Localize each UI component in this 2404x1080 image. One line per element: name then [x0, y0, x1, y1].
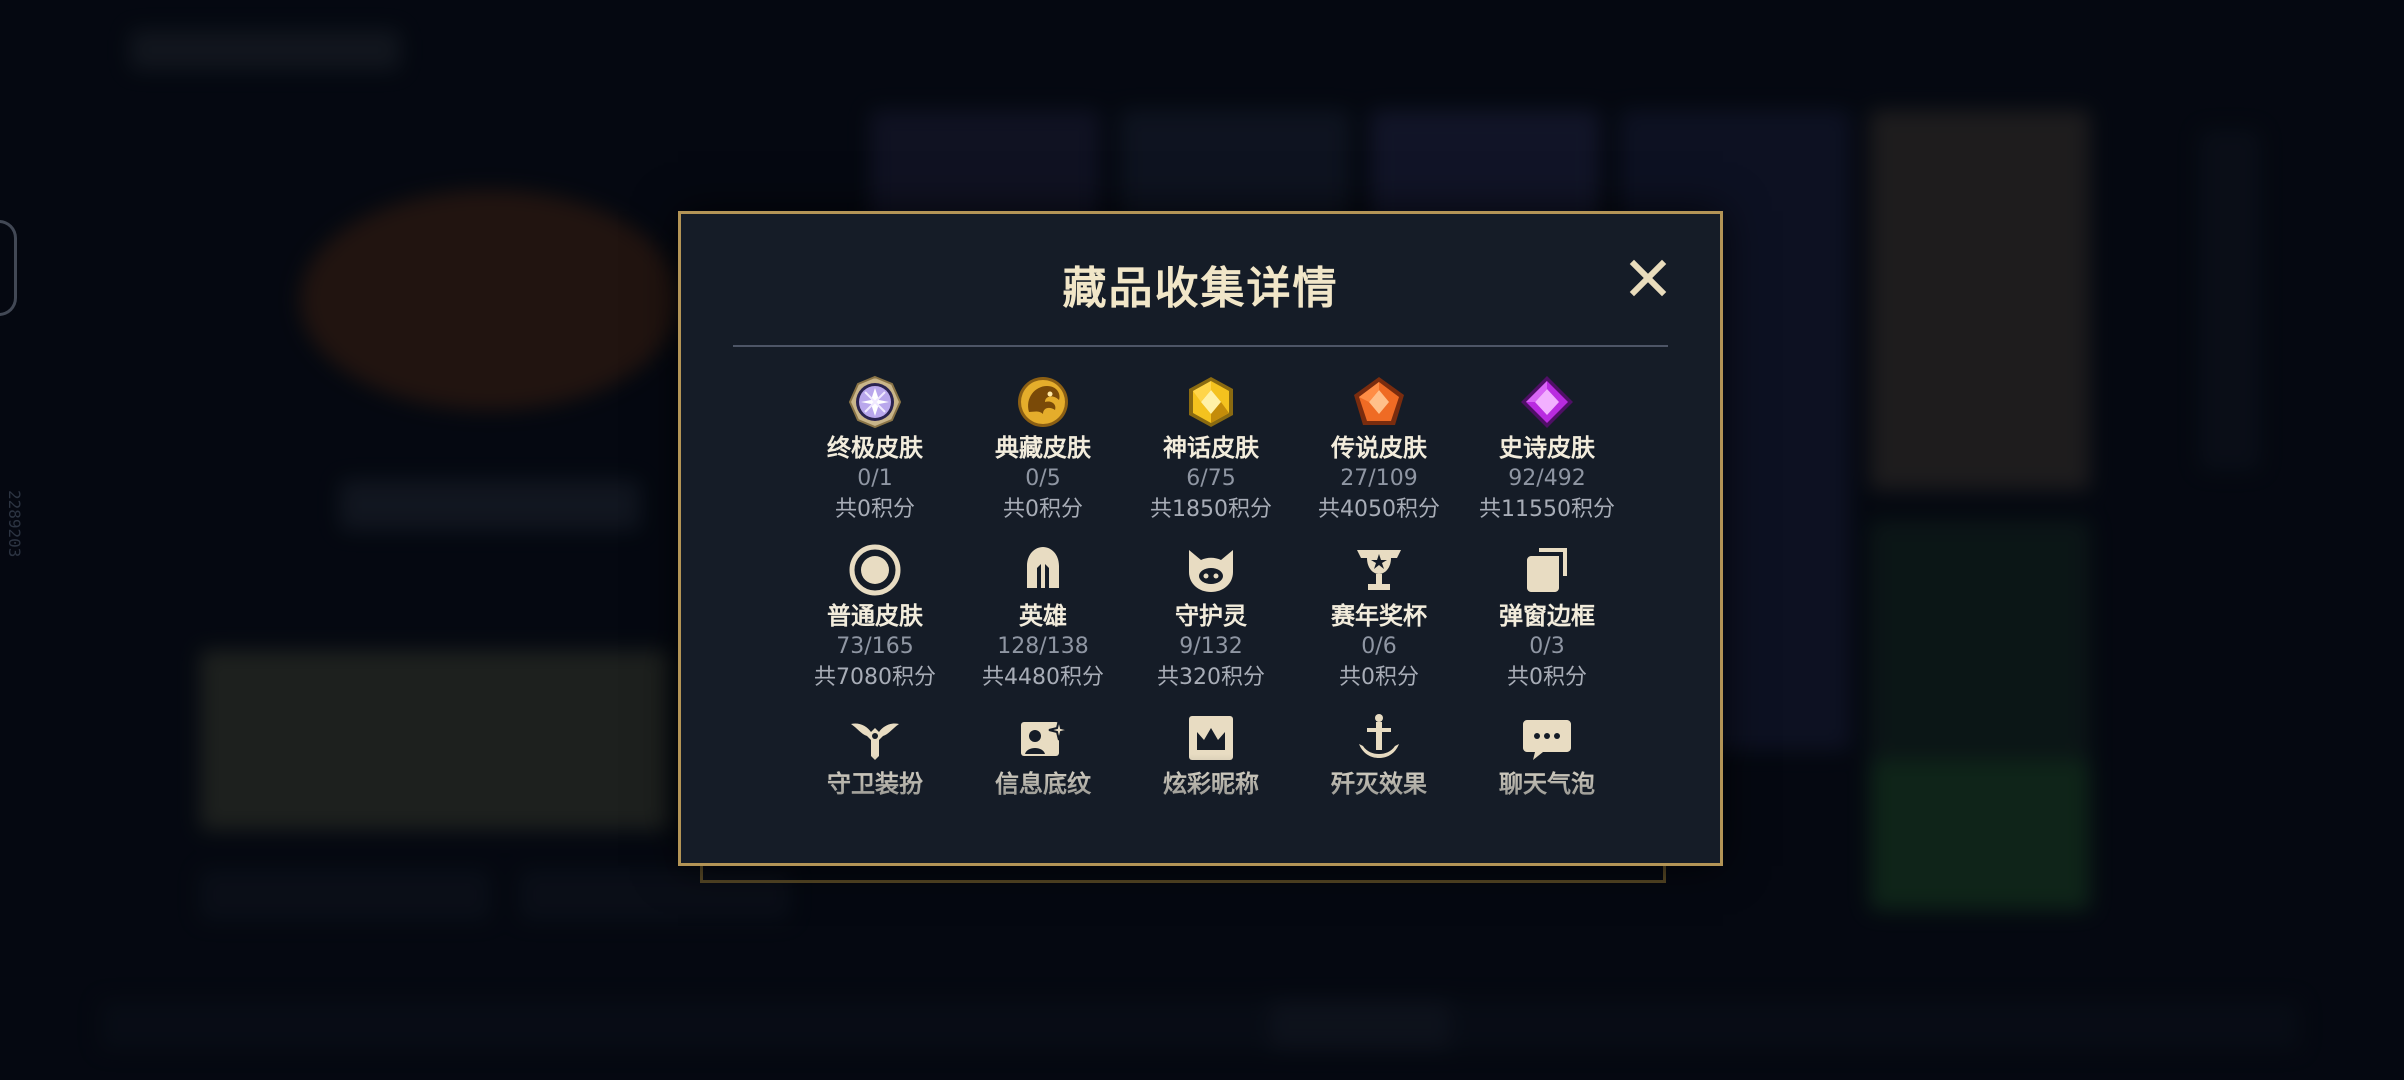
- item-name: 歼灭效果: [1331, 770, 1427, 798]
- item-name: 聊天气泡: [1499, 770, 1595, 798]
- item-points: 共11550积分: [1479, 497, 1615, 522]
- item-points: 共0积分: [1003, 497, 1083, 522]
- collection-item-ultimate-skin[interactable]: 终极皮肤 0/1 共0积分: [791, 374, 959, 526]
- collection-item-ward-skin[interactable]: 守卫装扮: [791, 710, 959, 800]
- item-name: 弹窗边框: [1499, 602, 1595, 630]
- item-points: 共320积分: [1157, 665, 1265, 690]
- collection-item-kill-effect[interactable]: 歼灭效果: [1295, 710, 1463, 800]
- item-name: 神话皮肤: [1163, 434, 1259, 462]
- epic-diamond-icon: [1521, 376, 1573, 428]
- collection-item-popup-frame[interactable]: 弹窗边框 0/3 共0积分: [1463, 542, 1631, 694]
- item-name: 终极皮肤: [827, 434, 923, 462]
- frame-stack-icon: [1527, 548, 1567, 592]
- item-count: 128/138: [997, 634, 1089, 659]
- item-name: 赛年奖杯: [1331, 602, 1427, 630]
- item-name: 典藏皮肤: [995, 434, 1091, 462]
- item-count: 9/132: [1179, 634, 1243, 659]
- collection-item-normal-skin[interactable]: 普通皮肤 73/165 共7080积分: [791, 542, 959, 694]
- item-points: 共4050积分: [1318, 497, 1440, 522]
- item-name: 守卫装扮: [827, 770, 923, 798]
- item-name: 英雄: [1019, 602, 1067, 630]
- item-points: 共4480积分: [982, 665, 1104, 690]
- modal-title: 藏品收集详情: [1062, 263, 1339, 314]
- helmet-icon: [1027, 547, 1059, 588]
- item-count: 0/1: [857, 466, 893, 491]
- left-edge-tab: [0, 220, 17, 316]
- item-count: 92/492: [1508, 466, 1586, 491]
- item-points: 共0积分: [1507, 665, 1587, 690]
- item-name: 守护灵: [1175, 602, 1247, 630]
- crown-name-icon: [1189, 716, 1233, 760]
- sword-icon: [1359, 714, 1399, 758]
- legendary-pentagon-icon: [1354, 377, 1404, 425]
- item-name: 普通皮肤: [827, 602, 923, 630]
- collection-item-mythic-skin[interactable]: 神话皮肤 6/75 共1850积分: [1127, 374, 1295, 526]
- collection-details-modal: 藏品收集详情 终极皮肤 0/1 共0积分 典藏皮肤 0/5 共0积分 神话皮肤 …: [678, 211, 1723, 866]
- collection-item-epic-skin[interactable]: 史诗皮肤 92/492 共11550积分: [1463, 374, 1631, 526]
- ward-icon: [851, 723, 899, 760]
- item-name: 传说皮肤: [1331, 434, 1427, 462]
- item-count: 73/165: [836, 634, 914, 659]
- collection-item-guardian[interactable]: 守护灵 9/132 共320积分: [1127, 542, 1295, 694]
- item-name: 信息底纹: [995, 770, 1091, 798]
- close-icon[interactable]: [1626, 256, 1670, 300]
- card-sparkle-icon: [1021, 719, 1070, 756]
- side-uid-text: 2289203: [5, 490, 24, 558]
- item-points: 共1850积分: [1150, 497, 1272, 522]
- item-name: 史诗皮肤: [1499, 434, 1595, 462]
- chat-bubble-icon: [1523, 720, 1571, 760]
- dragon-emblem-icon: [1018, 377, 1068, 427]
- ultimate-gem-icon: [848, 375, 902, 429]
- normal-circle-icon: [849, 544, 901, 596]
- title-divider: [733, 345, 1668, 347]
- item-count: 6/75: [1186, 466, 1236, 491]
- collection-item-colorful-name[interactable]: 炫彩昵称: [1127, 710, 1295, 800]
- item-points: 共7080积分: [814, 665, 936, 690]
- collection-item-info-card[interactable]: 信息底纹: [959, 710, 1127, 800]
- item-name: 炫彩昵称: [1163, 770, 1259, 798]
- collection-item-collector-skin[interactable]: 典藏皮肤 0/5 共0积分: [959, 374, 1127, 526]
- item-count: 27/109: [1340, 466, 1418, 491]
- collection-item-heroes[interactable]: 英雄 128/138 共4480积分: [959, 542, 1127, 694]
- trophy-icon: [1357, 550, 1401, 590]
- collection-item-chat-bubble[interactable]: 聊天气泡: [1463, 710, 1631, 800]
- item-points: 共0积分: [1339, 665, 1419, 690]
- guardian-pet-icon: [1189, 550, 1233, 592]
- item-count: 0/6: [1361, 634, 1397, 659]
- collection-item-season-trophy[interactable]: 赛年奖杯 0/6 共0积分: [1295, 542, 1463, 694]
- item-count: 0/5: [1025, 466, 1061, 491]
- mythic-hexagon-icon: [1189, 377, 1233, 427]
- item-points: 共0积分: [835, 497, 915, 522]
- item-count: 0/3: [1529, 634, 1565, 659]
- collection-item-legendary-skin[interactable]: 传说皮肤 27/109 共4050积分: [1295, 374, 1463, 526]
